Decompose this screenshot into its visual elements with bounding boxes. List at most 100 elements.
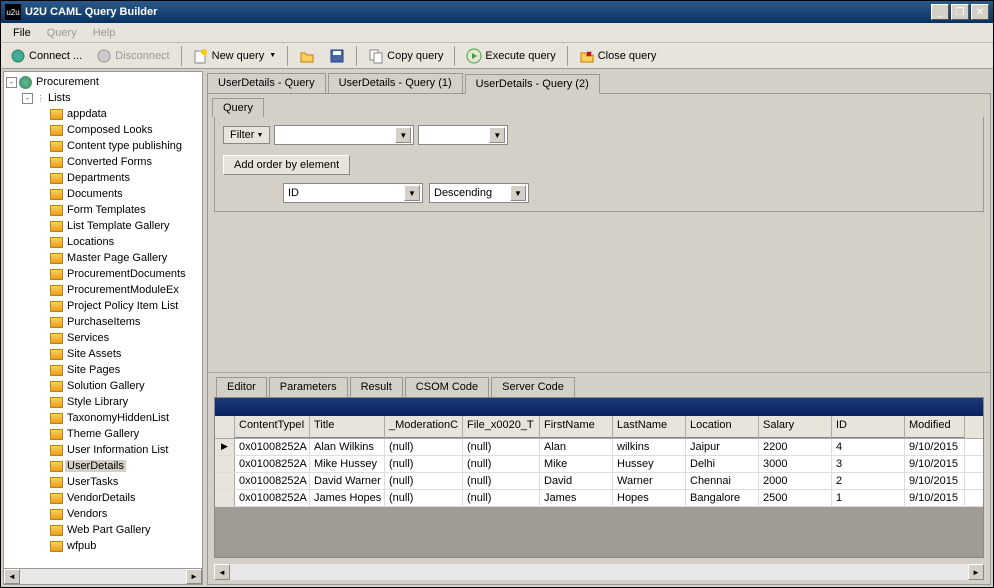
- scroll-left-icon[interactable]: ◄: [214, 564, 230, 580]
- row-selector[interactable]: [215, 473, 235, 489]
- grid-col-firstname[interactable]: FirstName: [540, 416, 613, 438]
- chevron-down-icon[interactable]: ▼: [395, 127, 411, 143]
- tree-item-vendors[interactable]: Vendors: [6, 506, 200, 522]
- save-button[interactable]: [324, 45, 350, 67]
- filter-op-combo[interactable]: ▼: [418, 125, 508, 145]
- table-row[interactable]: 0x01008252ADavid Warner(null)(null)David…: [215, 473, 983, 490]
- grid-col-location[interactable]: Location: [686, 416, 759, 438]
- connect-button[interactable]: Connect ...: [5, 45, 87, 67]
- collapse-icon[interactable]: -: [6, 77, 17, 88]
- execute-query-label: Execute query: [485, 50, 555, 62]
- tree-item-usertasks[interactable]: UserTasks: [6, 474, 200, 490]
- tree-item-vendordetails[interactable]: VendorDetails: [6, 490, 200, 506]
- grid-col-salary[interactable]: Salary: [759, 416, 832, 438]
- result-tab-editor[interactable]: Editor: [216, 377, 267, 397]
- open-button[interactable]: [294, 45, 320, 67]
- grid-col-modified[interactable]: Modified: [905, 416, 965, 438]
- tree-hscrollbar[interactable]: ◄ ►: [4, 568, 202, 584]
- tab-query-2[interactable]: UserDetails - Query (2): [465, 74, 600, 94]
- menu-query[interactable]: Query: [39, 25, 85, 41]
- execute-query-button[interactable]: Execute query: [461, 45, 560, 67]
- tree-item-content-type-publishing[interactable]: Content type publishing: [6, 138, 200, 154]
- tree-item-label: Content type publishing: [65, 140, 184, 152]
- tree-item-appdata[interactable]: appdata: [6, 106, 200, 122]
- query-tab[interactable]: Query: [212, 98, 264, 117]
- tree-item-locations[interactable]: Locations: [6, 234, 200, 250]
- result-hscrollbar[interactable]: ◄ ►: [214, 564, 984, 580]
- tree-item-converted-forms[interactable]: Converted Forms: [6, 154, 200, 170]
- result-tab-server[interactable]: Server Code: [491, 377, 575, 397]
- row-selector[interactable]: [215, 456, 235, 472]
- tree-item-user-information-list[interactable]: User Information List: [6, 442, 200, 458]
- grid-col-title[interactable]: Title: [310, 416, 385, 438]
- tree-item-userdetails[interactable]: UserDetails: [6, 458, 200, 474]
- tree-item-theme-gallery[interactable]: Theme Gallery: [6, 426, 200, 442]
- result-tab-csom[interactable]: CSOM Code: [405, 377, 489, 397]
- table-row[interactable]: ▶0x01008252AAlan Wilkins(null)(null)Alan…: [215, 439, 983, 456]
- close-query-button[interactable]: Close query: [574, 45, 662, 67]
- grid-col-_moderationc[interactable]: _ModerationC: [385, 416, 463, 438]
- tree-item-services[interactable]: Services: [6, 330, 200, 346]
- scroll-left-icon[interactable]: ◄: [4, 569, 20, 584]
- collapse-icon[interactable]: -: [22, 93, 33, 104]
- grid-col-lastname[interactable]: LastName: [613, 416, 686, 438]
- table-row[interactable]: 0x01008252AMike Hussey(null)(null)MikeHu…: [215, 456, 983, 473]
- tree-item-site-assets[interactable]: Site Assets: [6, 346, 200, 362]
- tree-item-master-page-gallery[interactable]: Master Page Gallery: [6, 250, 200, 266]
- chevron-down-icon[interactable]: ▼: [404, 185, 420, 201]
- row-selector-header: [215, 416, 235, 438]
- grid-col-file_x0020_t[interactable]: File_x0020_T: [463, 416, 540, 438]
- order-dir-combo[interactable]: Descending ▼: [429, 183, 529, 203]
- row-selector[interactable]: [215, 490, 235, 506]
- row-selector[interactable]: ▶: [215, 439, 235, 455]
- new-query-button[interactable]: New query ▼: [188, 45, 282, 67]
- scroll-track[interactable]: [20, 569, 186, 584]
- chevron-down-icon[interactable]: ▼: [489, 127, 505, 143]
- order-field-combo[interactable]: ID ▼: [283, 183, 423, 203]
- tab-query-1[interactable]: UserDetails - Query (1): [328, 73, 463, 93]
- menu-file[interactable]: File: [5, 25, 39, 41]
- scroll-right-icon[interactable]: ►: [968, 564, 984, 580]
- chevron-down-icon[interactable]: ▼: [510, 185, 526, 201]
- scroll-right-icon[interactable]: ►: [186, 569, 202, 584]
- folder-icon: [50, 285, 63, 296]
- tree-item-form-templates[interactable]: Form Templates: [6, 202, 200, 218]
- close-button[interactable]: ✕: [971, 4, 989, 20]
- tree-root[interactable]: - Procurement: [6, 74, 200, 90]
- tree-item-purchaseitems[interactable]: PurchaseItems: [6, 314, 200, 330]
- disconnect-button[interactable]: Disconnect: [91, 45, 174, 67]
- filter-field-combo[interactable]: ▼: [274, 125, 414, 145]
- minimize-button[interactable]: _: [931, 4, 949, 20]
- tree-item-departments[interactable]: Departments: [6, 170, 200, 186]
- copy-query-button[interactable]: Copy query: [363, 45, 448, 67]
- tree-item-documents[interactable]: Documents: [6, 186, 200, 202]
- filter-button[interactable]: Filter ▼: [223, 126, 270, 144]
- chevron-down-icon[interactable]: ▼: [269, 52, 276, 59]
- scroll-track[interactable]: [230, 564, 968, 580]
- tree-lists[interactable]: - ⋮ Lists: [6, 90, 200, 106]
- result-tab-parameters[interactable]: Parameters: [269, 377, 348, 397]
- table-row[interactable]: 0x01008252AJames Hopes(null)(null)JamesH…: [215, 490, 983, 507]
- connect-label: Connect ...: [29, 50, 82, 62]
- tree-item-procurementmoduleex[interactable]: ProcurementModuleEx: [6, 282, 200, 298]
- maximize-button[interactable]: ❐: [951, 4, 969, 20]
- grid-col-contenttypei[interactable]: ContentTypeI: [235, 416, 310, 438]
- tree-item-composed-looks[interactable]: Composed Looks: [6, 122, 200, 138]
- tree-item-site-pages[interactable]: Site Pages: [6, 362, 200, 378]
- tree-item-label: ProcurementModuleEx: [65, 284, 181, 296]
- tree-item-solution-gallery[interactable]: Solution Gallery: [6, 378, 200, 394]
- tree-item-taxonomyhiddenlist[interactable]: TaxonomyHiddenList: [6, 410, 200, 426]
- tree-item-style-library[interactable]: Style Library: [6, 394, 200, 410]
- tab-query-0[interactable]: UserDetails - Query: [207, 73, 326, 93]
- tree-item-wfpub[interactable]: wfpub: [6, 538, 200, 554]
- grid-col-id[interactable]: ID: [832, 416, 905, 438]
- menu-help[interactable]: Help: [85, 25, 124, 41]
- tree-item-procurementdocuments[interactable]: ProcurementDocuments: [6, 266, 200, 282]
- add-order-by-button[interactable]: Add order by element: [223, 155, 350, 175]
- close-query-icon: [579, 48, 595, 64]
- tree-item-web-part-gallery[interactable]: Web Part Gallery: [6, 522, 200, 538]
- grid-cell: 3000: [759, 456, 832, 472]
- result-tab-result[interactable]: Result: [350, 377, 403, 397]
- tree-item-list-template-gallery[interactable]: List Template Gallery: [6, 218, 200, 234]
- tree-item-project-policy-item-list[interactable]: Project Policy Item List: [6, 298, 200, 314]
